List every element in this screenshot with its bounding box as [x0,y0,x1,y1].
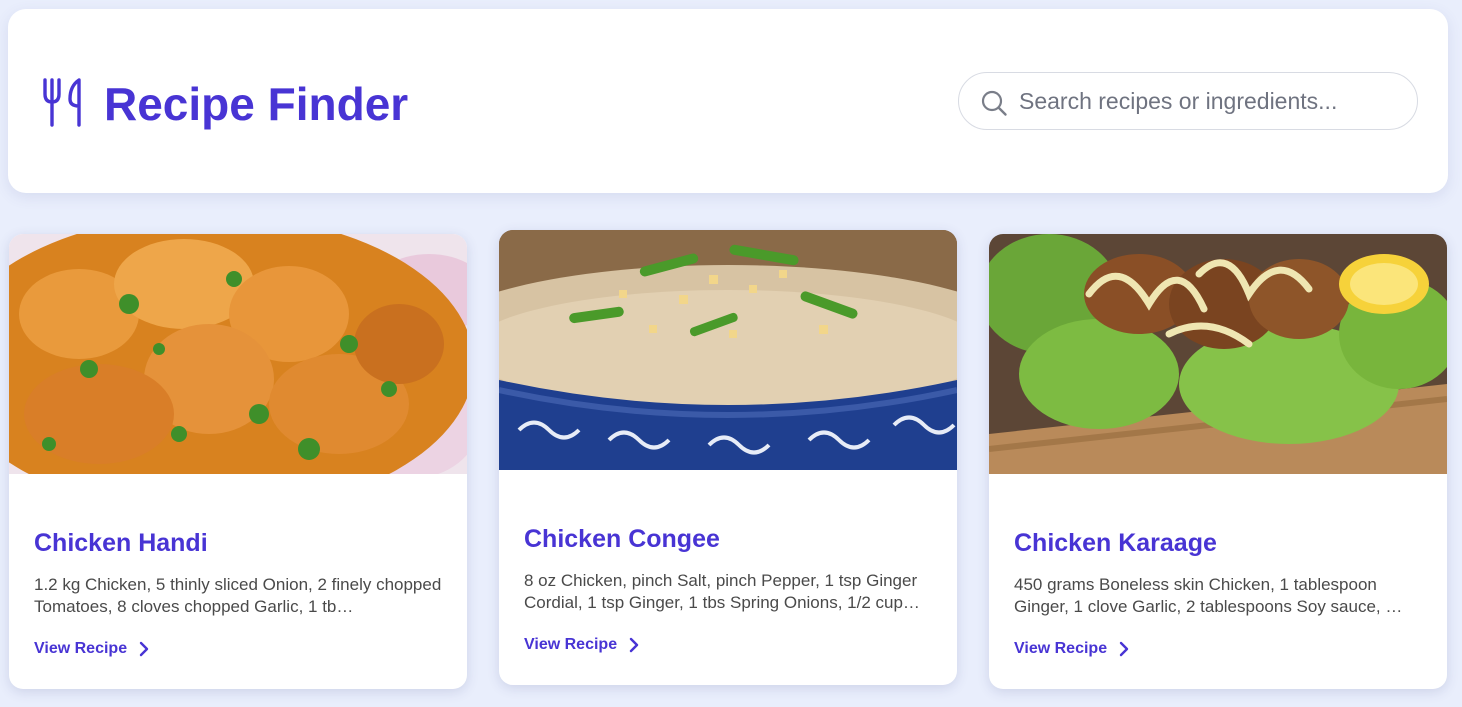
recipe-card-chicken-handi[interactable]: Chicken Handi 1.2 kg Chicken, 5 thinly s… [9,234,467,689]
recipe-card-chicken-karaage[interactable]: Chicken Karaage 450 grams Boneless skin … [989,234,1447,689]
search-box[interactable] [958,72,1418,130]
chevron-right-icon [629,637,639,653]
view-recipe-link[interactable]: View Recipe [1014,640,1129,658]
view-recipe-link[interactable]: View Recipe [524,636,639,654]
recipe-ingredients: 1.2 kg Chicken, 5 thinly sliced Onion, 2… [34,575,442,616]
chevron-right-icon [139,641,149,657]
view-recipe-link[interactable]: View Recipe [34,640,149,658]
recipe-title: Chicken Congee [524,525,720,553]
chevron-right-icon [1119,641,1129,657]
chicken-congee-photo [499,230,957,470]
search-icon [981,90,1007,116]
view-recipe-label: View Recipe [524,636,618,653]
recipe-title: Chicken Handi [34,529,208,557]
view-recipe-label: View Recipe [34,640,128,657]
chicken-karaage-photo [989,234,1447,474]
search-input[interactable] [1019,83,1399,119]
view-recipe-label: View Recipe [1014,640,1108,657]
app-header: Recipe Finder [8,9,1448,193]
app-title: Recipe Finder [104,78,409,130]
recipe-card-chicken-congee[interactable]: Chicken Congee 8 oz Chicken, pinch Salt,… [499,230,957,685]
chicken-handi-photo [9,234,467,474]
recipe-title: Chicken Karaage [1014,529,1217,557]
recipe-ingredients: 8 oz Chicken, pinch Salt, pinch Pepper, … [524,571,920,612]
fork-knife-icon [43,78,81,127]
recipe-ingredients: 450 grams Boneless skin Chicken, 1 table… [1014,575,1403,616]
